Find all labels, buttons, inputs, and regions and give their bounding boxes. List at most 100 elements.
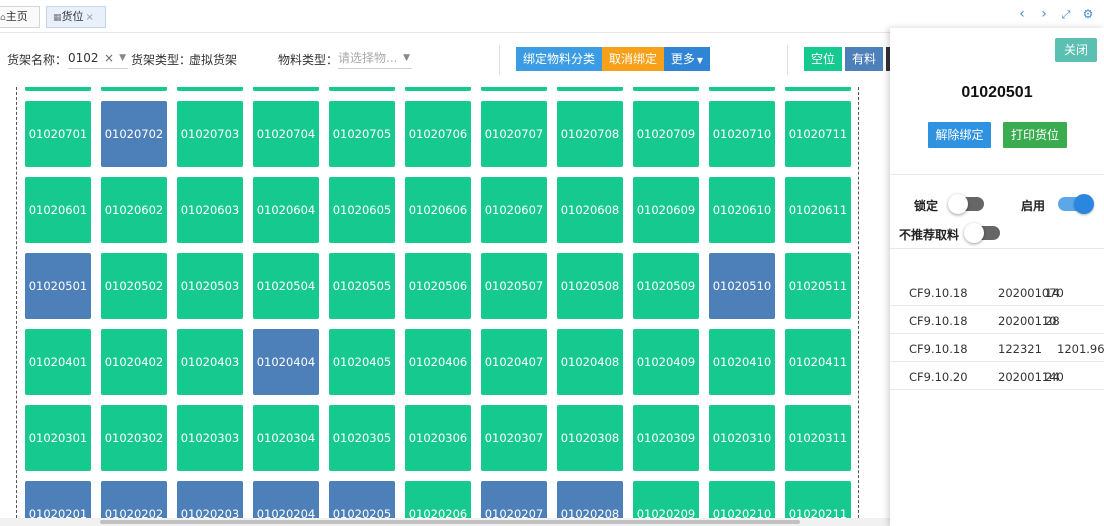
location-cell[interactable]: 01020405	[329, 329, 395, 395]
location-cell[interactable]	[25, 87, 91, 91]
location-cell[interactable]: 01020208	[557, 481, 623, 518]
location-cell[interactable]: 01020303	[177, 405, 243, 471]
location-cell[interactable]: 01020702	[101, 101, 167, 167]
bind-material-category-button[interactable]: 绑定物料分类	[516, 47, 602, 71]
location-cell[interactable]: 01020408	[557, 329, 623, 395]
location-cell[interactable]: 01020608	[557, 177, 623, 243]
location-cell[interactable]: 01020302	[101, 405, 167, 471]
location-cell[interactable]: 01020204	[253, 481, 319, 518]
location-cell[interactable]: 01020709	[633, 101, 699, 167]
location-cell[interactable]: 01020704	[253, 101, 319, 167]
location-cell[interactable]: 01020711	[785, 101, 851, 167]
list-item[interactable]: CF9.10.18 122321 1201.96	[890, 334, 1104, 362]
location-cell[interactable]: 01020311	[785, 405, 851, 471]
location-cell[interactable]: 01020409	[633, 329, 699, 395]
location-cell[interactable]	[709, 87, 775, 91]
cancel-binding-button[interactable]: 取消绑定	[602, 47, 664, 71]
location-cell[interactable]: 01020508	[557, 253, 623, 319]
location-cell[interactable]: 01020611	[785, 177, 851, 243]
list-item[interactable]: CF9.10.20 202001140 24	[890, 362, 1104, 390]
location-cell[interactable]: 01020503	[177, 253, 243, 319]
location-cell[interactable]: 01020605	[329, 177, 395, 243]
location-cell[interactable]: 01020502	[101, 253, 167, 319]
location-cell[interactable]: 01020511	[785, 253, 851, 319]
location-cell[interactable]: 01020501	[25, 253, 91, 319]
tab-home[interactable]: ⌂主页	[0, 6, 40, 28]
rack-name-select[interactable]: 0102 × ▼	[68, 47, 128, 69]
enable-toggle[interactable]	[1058, 194, 1094, 214]
location-cell[interactable]: 01020603	[177, 177, 243, 243]
location-cell[interactable]: 01020610	[709, 177, 775, 243]
location-cell[interactable]: 01020404	[253, 329, 319, 395]
location-cell[interactable]: 01020510	[709, 253, 775, 319]
location-cell[interactable]: 01020209	[633, 481, 699, 518]
location-cell[interactable]: 01020705	[329, 101, 395, 167]
location-cell[interactable]: 01020710	[709, 101, 775, 167]
list-item[interactable]: CF9.10.18 20200110 28	[890, 306, 1104, 334]
location-cell[interactable]: 01020607	[481, 177, 547, 243]
location-cell[interactable]: 01020201	[25, 481, 91, 518]
location-cell[interactable]: 01020309	[633, 405, 699, 471]
location-cell[interactable]: 01020506	[405, 253, 471, 319]
location-cell[interactable]: 01020606	[405, 177, 471, 243]
location-cell[interactable]: 01020310	[709, 405, 775, 471]
unbind-button[interactable]: 解除绑定	[928, 122, 991, 148]
location-cell[interactable]	[329, 87, 395, 91]
location-cell[interactable]: 01020403	[177, 329, 243, 395]
location-cell[interactable]: 01020411	[785, 329, 851, 395]
location-cell[interactable]: 01020410	[709, 329, 775, 395]
no-recommend-toggle[interactable]	[964, 223, 1000, 243]
location-cell[interactable]: 01020708	[557, 101, 623, 167]
location-cell[interactable]: 01020401	[25, 329, 91, 395]
location-cell[interactable]: 01020305	[329, 405, 395, 471]
location-cell[interactable]: 01020604	[253, 177, 319, 243]
location-cell[interactable]	[253, 87, 319, 91]
tab-storage-location[interactable]: ▦货位 ×	[46, 6, 106, 28]
scrollbar-thumb[interactable]	[100, 520, 800, 524]
location-cell[interactable]	[481, 87, 547, 91]
location-cell[interactable]: 01020504	[253, 253, 319, 319]
location-cell[interactable]: 01020205	[329, 481, 395, 518]
location-cell[interactable]: 01020505	[329, 253, 395, 319]
location-cell[interactable]: 01020307	[481, 405, 547, 471]
list-item[interactable]: CF9.10.18 202001070 14	[890, 278, 1104, 306]
location-cell[interactable]: 01020207	[481, 481, 547, 518]
lock-toggle[interactable]	[948, 194, 984, 214]
location-cell[interactable]	[405, 87, 471, 91]
location-cell[interactable]: 01020407	[481, 329, 547, 395]
location-cell[interactable]: 01020602	[101, 177, 167, 243]
fullscreen-icon[interactable]: ⤢	[1057, 8, 1075, 22]
print-location-button[interactable]: 打印货位	[1003, 122, 1067, 148]
location-cell[interactable]: 01020609	[633, 177, 699, 243]
location-cell[interactable]: 01020706	[405, 101, 471, 167]
location-cell[interactable]: 01020507	[481, 253, 547, 319]
location-cell[interactable]	[101, 87, 167, 91]
material-type-select[interactable]: 请选择物... ▼	[338, 47, 412, 69]
horizontal-scrollbar[interactable]	[0, 518, 890, 526]
location-cell[interactable]: 01020406	[405, 329, 471, 395]
location-cell[interactable]: 01020301	[25, 405, 91, 471]
chevron-left-icon[interactable]: ‹	[1013, 6, 1031, 22]
location-cell[interactable]: 01020707	[481, 101, 547, 167]
location-cell[interactable]: 01020203	[177, 481, 243, 518]
location-cell[interactable]: 01020304	[253, 405, 319, 471]
clear-icon[interactable]: ×	[104, 47, 114, 69]
location-cell[interactable]	[557, 87, 623, 91]
chevron-right-icon[interactable]: ›	[1035, 6, 1053, 22]
close-button[interactable]: 关闭	[1055, 38, 1097, 62]
location-cell[interactable]: 01020703	[177, 101, 243, 167]
gear-icon[interactable]: ⚙	[1079, 7, 1097, 21]
more-button[interactable]: 更多 ▼	[664, 47, 710, 71]
location-cell[interactable]: 01020306	[405, 405, 471, 471]
close-tab-icon[interactable]: ×	[86, 12, 94, 23]
location-cell[interactable]: 01020509	[633, 253, 699, 319]
location-cell[interactable]: 01020402	[101, 329, 167, 395]
location-cell[interactable]: 01020202	[101, 481, 167, 518]
location-cell[interactable]	[785, 87, 851, 91]
location-cell[interactable]: 01020211	[785, 481, 851, 518]
location-cell[interactable]	[177, 87, 243, 91]
location-cell[interactable]	[633, 87, 699, 91]
location-cell[interactable]: 01020308	[557, 405, 623, 471]
location-cell[interactable]: 01020601	[25, 177, 91, 243]
location-cell[interactable]: 01020206	[405, 481, 471, 518]
